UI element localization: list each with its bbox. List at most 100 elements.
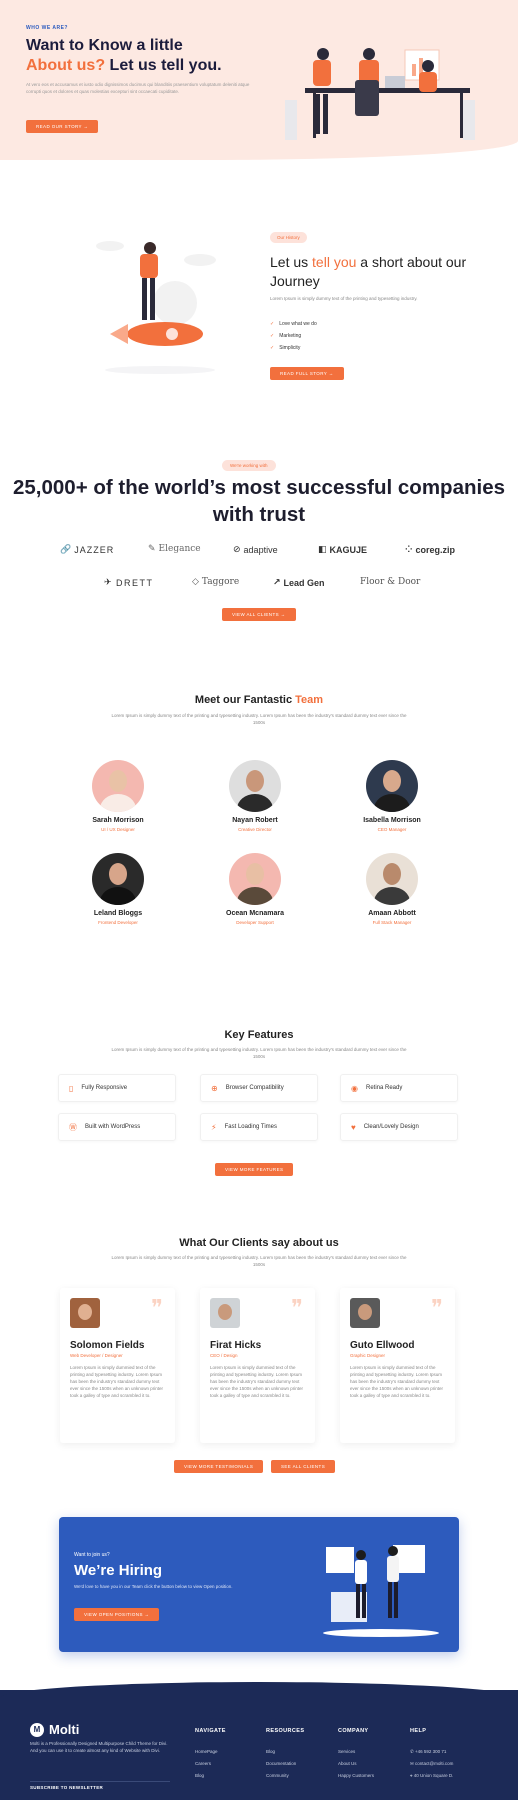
logo-floor-door[interactable]: Floor & Door bbox=[360, 577, 420, 587]
history-pill: Our History bbox=[270, 232, 307, 243]
footer-link[interactable]: Services bbox=[338, 1746, 374, 1758]
footer-link[interactable]: Happy Customers bbox=[338, 1770, 374, 1782]
read-our-story-button[interactable]: READ OUR STORY → bbox=[26, 120, 99, 133]
avatar bbox=[366, 760, 418, 812]
subscribe-heading: SUBSCRIBE TO NEWSLETTER bbox=[30, 1785, 104, 1790]
view-more-testimonials-button[interactable]: VIEW MORE TESTIMONIALS bbox=[174, 1460, 264, 1473]
adaptive-icon: ⊘ bbox=[233, 544, 241, 554]
bolt-icon: ⚡ bbox=[211, 1122, 217, 1132]
email-link[interactable]: ✉ contact@molti.com bbox=[410, 1758, 453, 1770]
team-member-card[interactable]: Leland Bloggs Frontend Developer bbox=[58, 853, 178, 925]
eye-icon: ◉ bbox=[351, 1083, 358, 1093]
journey-description: Lorem Ipsum is simply dummy text of the … bbox=[270, 296, 418, 301]
molti-logo-icon: M bbox=[30, 1722, 44, 1737]
features-title: Key Features bbox=[224, 1029, 294, 1041]
features-description: Lorem Ipsum is simply dummy text of the … bbox=[111, 1047, 407, 1059]
member-name: Sarah Morrison bbox=[92, 817, 144, 824]
logo-lead-gen[interactable]: ↗ Lead Gen bbox=[273, 577, 325, 588]
team-member-card[interactable]: Sarah Morrison UI / UX Designer bbox=[58, 760, 178, 832]
hiring-description: We'd love to have you in our Team click … bbox=[74, 1584, 233, 1589]
logo-coreg[interactable]: ⁘ coreg.zip bbox=[405, 544, 455, 555]
see-all-clients-button[interactable]: SEE ALL CLIENTS bbox=[271, 1460, 336, 1473]
hiring-kicker: Want to join us? bbox=[74, 1552, 110, 1558]
team-member-card[interactable]: Isabella Morrison CEO Manager bbox=[332, 760, 452, 832]
avatar bbox=[229, 760, 281, 812]
footer-link[interactable]: Careers bbox=[195, 1758, 226, 1770]
feature-card[interactable]: ⊕ Browser Compatibility bbox=[200, 1074, 318, 1102]
journey-title-pre: Let us bbox=[270, 254, 313, 270]
team-member-card[interactable]: Amaan Abbott Full Stack Manager bbox=[332, 853, 452, 925]
tag-icon: ◇ bbox=[192, 577, 199, 587]
testimonials-title: What Our Clients say about us bbox=[179, 1237, 339, 1249]
feature-card[interactable]: ◉ Retina Ready bbox=[340, 1074, 458, 1102]
hero-kicker: WHO WE ARE? bbox=[26, 25, 68, 31]
read-full-story-button[interactable]: READ FULL STORY → bbox=[270, 367, 344, 380]
team-description: Lorem Ipsum is simply dummy text of the … bbox=[111, 713, 407, 725]
member-role: Developer Support bbox=[236, 920, 274, 925]
checklist-item: ✓ Love what we do bbox=[270, 321, 317, 327]
client-role: Web Developer / Designer bbox=[70, 1353, 123, 1358]
testimonial-text: Lorem Ipsum is simply dummied text of th… bbox=[350, 1365, 444, 1398]
testimonial-text: Lorem Ipsum is simply dummied text of th… bbox=[70, 1365, 164, 1398]
quote-icon: ❞ bbox=[151, 1296, 163, 1321]
logo-drett[interactable]: ✈ DRETT bbox=[104, 577, 154, 588]
view-all-clients-button[interactable]: VIEW ALL CLIENTS → bbox=[222, 608, 296, 621]
client-role: CEO / Design bbox=[210, 1353, 238, 1358]
logo-adaptive[interactable]: ⊘ adaptive bbox=[233, 544, 278, 555]
feature-label: Browser Compatibility bbox=[225, 1085, 284, 1091]
avatar bbox=[229, 853, 281, 905]
testimonial-text: Lorem Ipsum is simply dummied text of th… bbox=[210, 1365, 304, 1398]
footer-column-navigate: NAVIGATE HomePage Careers Blog bbox=[195, 1728, 226, 1782]
footer-column-resources: RESOURCES Blog Documentation Community bbox=[266, 1728, 304, 1782]
logo-kaguje[interactable]: ◧ KAGUJE bbox=[318, 544, 367, 555]
client-name: Firat Hicks bbox=[210, 1340, 262, 1351]
hero-title: Want to Know a little About us? Let us t… bbox=[26, 36, 222, 76]
logo-taggore[interactable]: ◇ Taggore bbox=[192, 577, 239, 587]
phone-link[interactable]: ✆ +46 592 300 71 bbox=[410, 1746, 453, 1758]
mobile-icon: ▯ bbox=[69, 1083, 74, 1093]
dots-icon: ⁘ bbox=[405, 544, 413, 554]
feature-label: Fast Loading Times bbox=[224, 1124, 277, 1130]
logo-elegance[interactable]: ✎ Elegance bbox=[148, 544, 201, 554]
footer-link[interactable]: Blog bbox=[266, 1746, 304, 1758]
hero-section: WHO WE ARE? Want to Know a little About … bbox=[0, 0, 518, 160]
quote-icon: ❞ bbox=[291, 1296, 303, 1321]
checklist-item: ✓ Marketing bbox=[270, 333, 302, 339]
footer-brand[interactable]: M Molti bbox=[30, 1722, 79, 1737]
footer-link[interactable]: Documentation bbox=[266, 1758, 304, 1770]
feature-card[interactable]: Ⓦ Built with WordPress bbox=[58, 1113, 176, 1141]
member-role: Full Stack Manager bbox=[372, 920, 412, 925]
feather-icon: ✎ bbox=[148, 544, 156, 554]
kaguje-icon: ◧ bbox=[318, 544, 327, 554]
companies-title: 25,000+ of the world’s most successful c… bbox=[13, 476, 505, 526]
check-icon: ✓ bbox=[270, 345, 275, 351]
member-role: CEO Manager bbox=[377, 827, 407, 832]
team-member-card[interactable]: Ocean Mcnamara Developer Support bbox=[195, 853, 315, 925]
arrow-icon: ↗ bbox=[273, 577, 281, 587]
logo-jazzer[interactable]: 🔗 JAZZER bbox=[60, 544, 114, 555]
footer-link[interactable]: HomePage bbox=[195, 1746, 226, 1758]
footer-column-company: COMPANY Services About Us Happy Customer… bbox=[338, 1728, 374, 1782]
hero-title-rest: Let us tell you. bbox=[105, 57, 222, 74]
footer: M Molti Molti is a Professionally Designe… bbox=[0, 1682, 518, 1800]
team-meeting-illustration bbox=[285, 48, 475, 140]
view-open-positions-button[interactable]: VIEW OPEN POSITIONS → bbox=[74, 1608, 160, 1621]
member-name: Isabella Morrison bbox=[363, 817, 421, 824]
feature-card[interactable]: ♥ Clean/Lovely Design bbox=[340, 1113, 458, 1141]
check-icon: ✓ bbox=[270, 321, 275, 327]
journey-title-accent: tell you bbox=[312, 254, 357, 270]
footer-link[interactable]: About Us bbox=[338, 1758, 374, 1770]
testimonial-card: ❞ Solomon Fields Web Developer / Designe… bbox=[60, 1288, 175, 1443]
heart-icon: ♥ bbox=[351, 1122, 356, 1132]
team-member-card[interactable]: Nayan Robert Creative Director bbox=[195, 760, 315, 832]
feature-card[interactable]: ▯ Fully Responsive bbox=[58, 1074, 176, 1102]
hiring-banner: Want to join us? We’re Hiring We'd love … bbox=[59, 1517, 459, 1652]
plane-icon: ✈ bbox=[104, 577, 114, 587]
footer-link[interactable]: Blog bbox=[195, 1770, 226, 1782]
footer-link[interactable]: Community bbox=[266, 1770, 304, 1782]
client-photo bbox=[350, 1298, 380, 1328]
member-role: Frontend Developer bbox=[98, 920, 138, 925]
view-more-features-button[interactable]: VIEW MORE FEATURES bbox=[215, 1163, 294, 1176]
checklist-item: ✓ Simplicity bbox=[270, 345, 301, 351]
feature-card[interactable]: ⚡ Fast Loading Times bbox=[200, 1113, 318, 1141]
